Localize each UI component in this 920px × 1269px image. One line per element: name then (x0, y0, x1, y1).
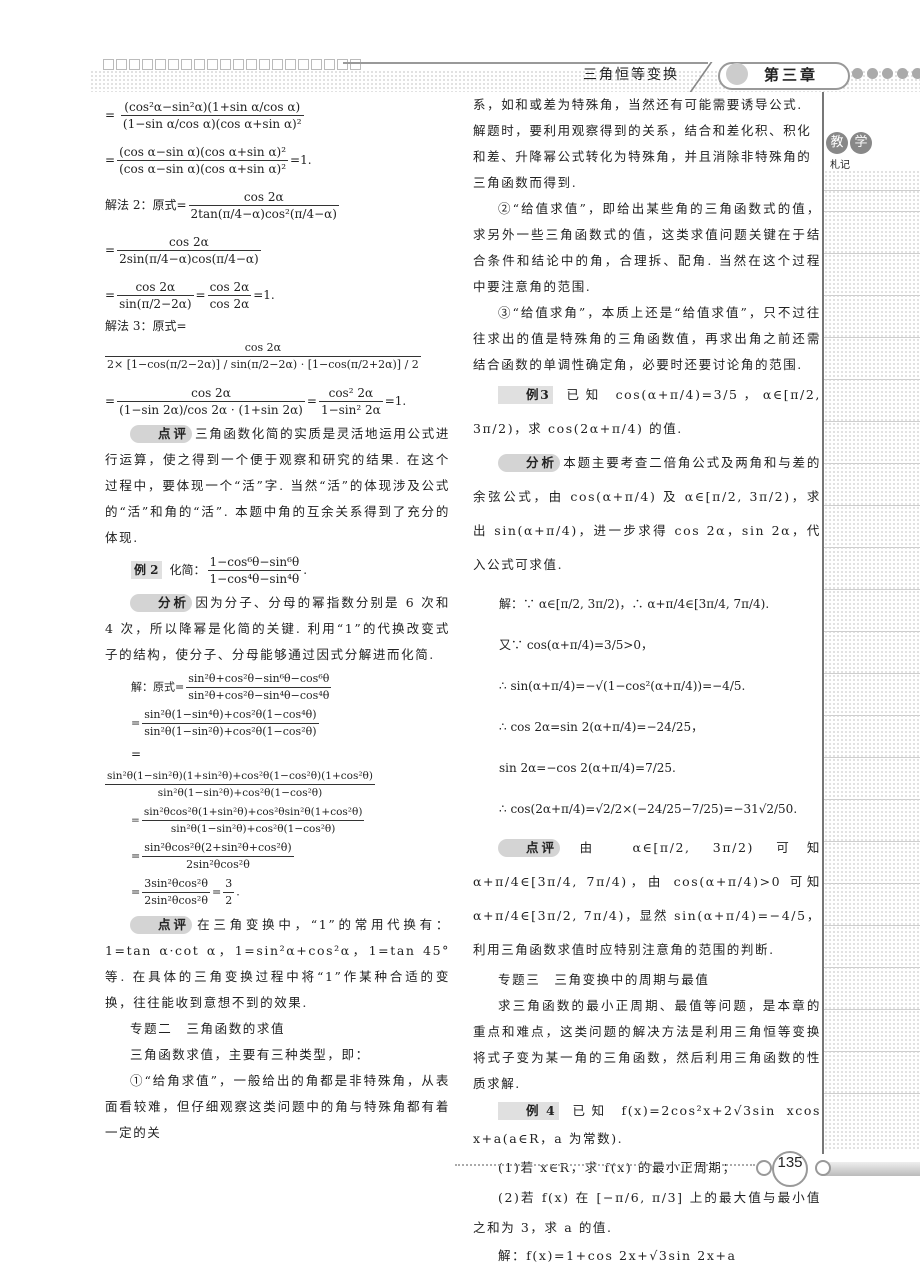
chapter-circle-icon (726, 63, 748, 85)
page-number: 135 (777, 1154, 803, 1171)
analysis-tag: 分析 (498, 454, 561, 472)
comment-tag: 点评 (130, 916, 193, 934)
solution-2: 解法 2：原式= cos 2α 2tan(π/4−α)cos²(π/4−α) (105, 190, 339, 221)
topic-heading: 专题二 三角函数的求值 (130, 1021, 286, 1036)
comment-paragraph: 点评 在三角变换中，“1”的常用代换有：1=tan α·cot α，1=sin²α… (105, 916, 450, 1010)
comment-tag: 点评 (130, 425, 193, 443)
comment-tag: 点评 (498, 839, 561, 857)
topic-intro: 三角函数求值，主要有三种类型，即： (130, 1047, 370, 1062)
chapter-title: 第三章 (764, 66, 819, 84)
equation-line: 解：原式= sin²θ+cos²θ−sin⁶θ−cos⁶θ sin²θ+cos²θ−… (131, 672, 332, 702)
solution-step: 又∵ cos(α+π/4)=3/5>0， (499, 638, 654, 652)
left-column: = (cos²α−sin²α)(1+sin α/cos α) (1−sin α/c… (105, 96, 450, 1146)
teaching-badge-icon: 教 (826, 132, 848, 154)
equation-line: sin²θ(1−sin²θ)(1+sin²θ)+cos²θ(1−cos²θ)(1… (105, 770, 375, 799)
solution-step: 解：∵ α∈[π/2, 3π/2)，∴ α+π/4∈[3π/4, 7π/4). (499, 597, 770, 611)
type-2-paragraph: ②“给值求值”，即给出某些角的三角函数式的值，求另外一些三角函数式的值，这类求值… (473, 201, 821, 294)
notes-label: 札记 (830, 160, 850, 171)
equation-line: cos 2α 2× [1−cos(π/2−2α)] / sin(π/2−2α) ·… (105, 341, 421, 371)
footer-dotted-rule (455, 1164, 755, 1166)
equation-line: = sin²θcos²θ(2+sin²θ+cos²θ) 2sin²θcos²θ (131, 841, 294, 871)
paragraph-continuation: 系，如和或差为特殊角，当然还有可能需要诱导公式. 解题时，要利用观察得到的关系，… (473, 97, 812, 190)
footer-band (824, 1162, 920, 1176)
footer-ring-right-icon (815, 1160, 831, 1176)
equation-line: = (cos²α−sin²α)(1+sin α/cos α) (1−sin α/c… (105, 99, 304, 131)
example-2: 例 2 化简： 1−cos⁶θ−sin⁶θ 1−cos⁴θ−sin⁴θ. (105, 554, 450, 587)
topic-intro: 求三角函数的最小正周期、最值等问题，是本章的重点和难点，这类问题的解决方法是利用… (473, 998, 821, 1091)
analysis-paragraph: 分析 因为分子、分母的幂指数分别是 6 次和 4 次，所以降幂是化简的关键. 利用… (105, 594, 450, 662)
example-tag: 例3 (498, 386, 554, 404)
solution-step: ∴ sin(α+π/4)=−√(1−cos²(α+π/4))=−4/5. (499, 679, 746, 693)
header-dots-decoration (852, 68, 920, 79)
question-2: (2)若 f(x) 在 [−π/6, π/3] 上的最大值与最小值之和为 3，求… (473, 1190, 821, 1235)
solution-line: 解：f(x)=1+cos 2x+√3sin 2x+a (498, 1248, 737, 1263)
notes-margin (824, 170, 920, 1150)
comment-paragraph: 点评由 α∈[π/2, 3π/2) 可知 α+π/4∈[3π/4, 7π/4)，… (473, 839, 821, 957)
fraction-numerator: (cos²α−sin²α)(1+sin α/cos α) (120, 99, 304, 116)
topic-heading: 专题三 三角变换中的周期与最值 (498, 972, 710, 987)
example-tag: 例 4 (498, 1102, 560, 1120)
equation-line: = sin²θ(1−sin⁴θ)+cos²θ(1−cos⁴θ) sin²θ(1−si… (131, 708, 319, 738)
equation-line: = cos 2α sin(π/2−2α) = cos 2α cos 2α =1. (105, 280, 275, 311)
comment-paragraph: 点评 三角函数化简的实质是灵活地运用公式进行运算，使之得到一个便于观察和研究的结果… (105, 425, 450, 545)
equation-line: = sin²θcos²θ(1+sin²θ)+cos²θsin²θ(1+cos²θ)… (131, 806, 365, 835)
solution-label: 解法 2：原式= (105, 198, 187, 212)
example-tag: 例 2 (131, 561, 162, 579)
example-4: 例 4 已知 f(x)=2cos²x+2√3sin xcos x+a(a∈R，a … (473, 1102, 821, 1146)
equation-line: = cos 2α 2sin(π/4−α)cos(π/4−α) (105, 235, 261, 266)
equation-line: = (cos α−sin α)(cos α+sin α)² (cos α−sin α… (105, 145, 312, 176)
right-column: 系，如和或差为特殊角，当然还有可能需要诱导公式. 解题时，要利用观察得到的关系，… (473, 92, 821, 1269)
example-3: 例3 已知 cos(α+π/4)=3/5，α∈[π/2, 3π/2)，求 cos(… (473, 386, 821, 436)
solution-step: sin 2α=−cos 2(α+π/4)=7/25. (499, 761, 676, 775)
solution-step: ∴ cos 2α=sin 2(α+π/4)=−24/25， (499, 720, 704, 734)
equation-line: = 3sin²θcos²θ 2sin²θcos²θ = 3 2. (131, 877, 240, 907)
analysis-tag: 分析 (130, 594, 193, 612)
analysis-paragraph: 分析 本题主要考查二倍角公式及两角和与差的余弦公式，由 cos(α+π/4) 及 … (473, 454, 821, 572)
header-decoration-boxes (103, 59, 361, 70)
fraction-denominator: (1−sin α/cos α)(cos α+sin α)² (122, 117, 302, 131)
equation-line: = (131, 747, 142, 761)
solution-step: ∴ cos(2α+π/4)=√2/2×(−24/25−7/25)=−31√2/5… (499, 802, 798, 816)
learning-badge-icon: 学 (850, 132, 872, 154)
type-3-paragraph: ③“给值求角”，本质上还是“给值求值”，只不过往往求出的值是特殊角的三角函数值，… (473, 305, 821, 372)
solution-3-label: 解法 3：原式= (105, 319, 187, 333)
type-1-paragraph: ①“给角求值”，一般给出的角都是非特殊角，从表面看较难，但仔细观察这类问题中的角… (105, 1073, 450, 1140)
equation-line: = cos 2α (1−sin 2α)/cos 2α · (1+sin 2α) = co… (105, 386, 407, 417)
footer-ring-left-icon (756, 1160, 772, 1176)
section-title: 三角恒等变换 (583, 67, 679, 83)
